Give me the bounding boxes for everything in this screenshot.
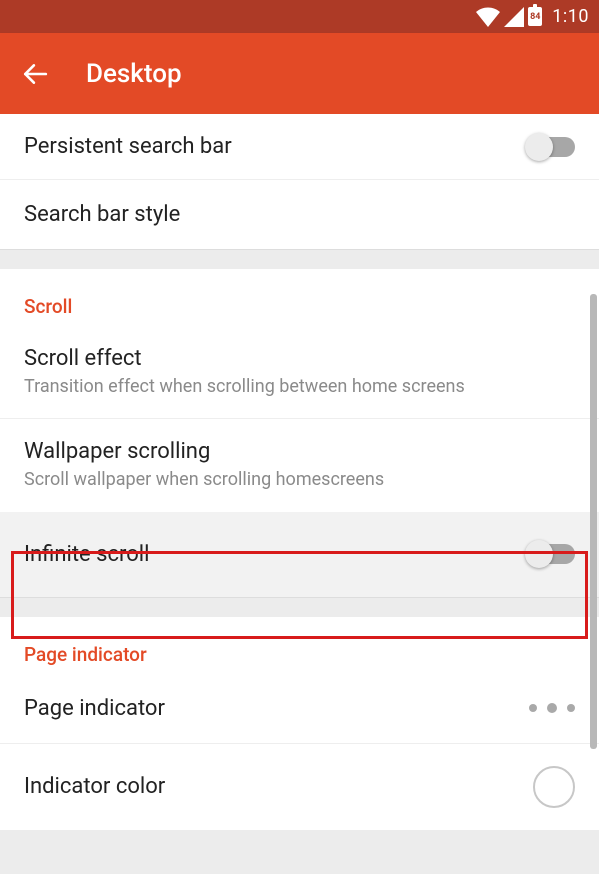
page-indicator-preview-icon (529, 703, 575, 713)
row-search-bar-style[interactable]: Search bar style (0, 180, 599, 249)
app-bar: Desktop (0, 33, 599, 114)
scrollbar[interactable] (590, 294, 597, 749)
clock: 1:10 (552, 6, 589, 27)
row-sublabel: Transition effect when scrolling between… (24, 375, 465, 398)
back-icon[interactable] (22, 61, 48, 87)
settings-list: Persistent search bar Search bar style S… (0, 114, 599, 830)
row-label: Wallpaper scrolling (24, 439, 384, 464)
section-title: Page indicator (24, 643, 147, 666)
row-label: Scroll effect (24, 346, 465, 371)
signal-icon (504, 7, 524, 27)
wifi-icon (476, 7, 500, 27)
battery-icon: 84 (528, 7, 542, 26)
toggle-persistent-search[interactable] (529, 137, 575, 157)
row-scroll-effect[interactable]: Scroll effect Transition effect when scr… (0, 326, 599, 419)
row-label: Page indicator (24, 696, 165, 721)
row-label: Indicator color (24, 774, 165, 799)
row-infinite-scroll[interactable]: Infinite scroll (0, 512, 599, 597)
section-divider (0, 597, 599, 617)
section-divider (0, 249, 599, 269)
section-header-page-indicator: Page indicator (0, 617, 599, 674)
row-persistent-search[interactable]: Persistent search bar (0, 114, 599, 180)
row-label: Infinite scroll (24, 542, 150, 567)
battery-level: 84 (530, 12, 540, 22)
toggle-infinite-scroll[interactable] (529, 544, 575, 564)
row-page-indicator[interactable]: Page indicator (0, 674, 599, 744)
section-header-scroll: Scroll (0, 269, 599, 326)
row-wallpaper-scrolling[interactable]: Wallpaper scrolling Scroll wallpaper whe… (0, 419, 599, 511)
section-title: Scroll (24, 295, 72, 318)
row-label: Search bar style (24, 202, 180, 227)
row-sublabel: Scroll wallpaper when scrolling homescre… (24, 468, 384, 491)
status-bar: 84 1:10 (0, 0, 599, 33)
row-indicator-color[interactable]: Indicator color (0, 744, 599, 830)
row-label: Persistent search bar (24, 134, 232, 159)
color-swatch-icon (533, 766, 575, 808)
page-title: Desktop (86, 59, 182, 89)
